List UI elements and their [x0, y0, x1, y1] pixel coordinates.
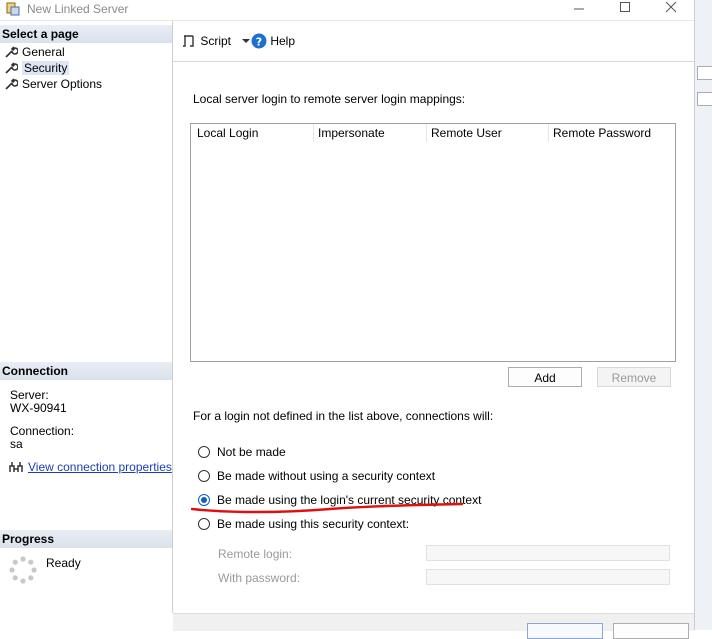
- select-page-header: Select a page: [0, 25, 172, 43]
- column-separator: [548, 124, 549, 142]
- grid-header: Local Login Impersonate Remote User Remo…: [191, 124, 675, 142]
- progress-status: Ready: [46, 556, 81, 570]
- minimize-button[interactable]: [556, 0, 602, 20]
- with-password-label: With password:: [218, 571, 301, 585]
- left-pane: Select a page General Security Server Op…: [0, 21, 173, 613]
- app-icon: [6, 2, 20, 16]
- window-title: New Linked Server: [27, 2, 129, 16]
- annotation-underline: [190, 502, 464, 514]
- add-button[interactable]: Add: [508, 367, 582, 387]
- background-toolbar-icon: [697, 92, 712, 106]
- fallback-label: For a login not defined in the list abov…: [193, 409, 494, 423]
- ok-button[interactable]: [527, 623, 603, 639]
- close-icon: [665, 1, 677, 13]
- connection-header: Connection: [0, 362, 172, 380]
- close-button[interactable]: [648, 0, 694, 20]
- connection-properties-icon: [9, 461, 23, 472]
- wrench-icon: [5, 46, 18, 58]
- option-label: Not be made: [217, 445, 286, 459]
- column-remote-password[interactable]: Remote Password: [553, 126, 651, 140]
- cancel-button[interactable]: [613, 623, 689, 639]
- option-label: Be made without using a security context: [217, 469, 436, 483]
- server-label: Server:: [10, 388, 49, 402]
- wrench-icon: [5, 78, 18, 90]
- background-window: [694, 0, 712, 630]
- page-item-label: Server Options: [22, 76, 103, 91]
- radio-button[interactable]: [198, 518, 210, 530]
- toolbar: Script ? Help: [173, 21, 694, 62]
- column-impersonate[interactable]: Impersonate: [318, 126, 385, 140]
- background-toolbar-icon: [697, 66, 712, 80]
- with-password-input[interactable]: [426, 569, 670, 585]
- page-item-server-options[interactable]: Server Options: [4, 75, 102, 91]
- page-item-security[interactable]: Security: [4, 59, 70, 75]
- page-item-label: General: [22, 44, 65, 59]
- progress-spinner-icon: [9, 556, 37, 584]
- help-icon: ?: [251, 33, 267, 49]
- maximize-button[interactable]: [602, 0, 648, 20]
- column-remote-user[interactable]: Remote User: [431, 126, 502, 140]
- security-page: Local server login to remote server logi…: [173, 62, 694, 613]
- option-label: Be made using this security context:: [217, 517, 410, 531]
- mappings-label: Local server login to remote server logi…: [193, 92, 466, 106]
- page-item-label: Security: [22, 60, 70, 75]
- page-item-general[interactable]: General: [4, 43, 65, 59]
- connection-value: sa: [10, 437, 23, 451]
- remove-button[interactable]: Remove: [597, 367, 671, 387]
- svg-text:?: ?: [256, 36, 262, 49]
- server-value: WX-90941: [10, 401, 67, 415]
- remote-login-label: Remote login:: [218, 547, 293, 561]
- button-bar: [173, 613, 694, 639]
- minimize-icon: [574, 8, 584, 10]
- progress-header: Progress: [0, 530, 172, 548]
- view-connection-properties-link[interactable]: View connection properties: [28, 460, 172, 474]
- script-label: Script: [200, 33, 232, 48]
- column-separator: [426, 124, 427, 142]
- radio-button[interactable]: [198, 470, 210, 482]
- script-button[interactable]: Script: [181, 33, 252, 48]
- help-label: Help: [270, 34, 296, 48]
- title-bar: New Linked Server: [0, 0, 694, 21]
- login-mappings-grid[interactable]: Local Login Impersonate Remote User Remo…: [190, 123, 676, 362]
- column-separator: [313, 124, 314, 142]
- column-local-login[interactable]: Local Login: [197, 126, 258, 140]
- view-connection-properties[interactable]: View connection properties: [8, 459, 172, 474]
- remote-login-input[interactable]: [426, 545, 670, 561]
- script-icon: [183, 35, 194, 47]
- wrench-icon: [5, 62, 18, 74]
- help-button[interactable]: ? Help: [251, 33, 295, 49]
- radio-button[interactable]: [198, 446, 210, 458]
- connection-label: Connection:: [10, 424, 75, 438]
- maximize-icon: [620, 2, 630, 12]
